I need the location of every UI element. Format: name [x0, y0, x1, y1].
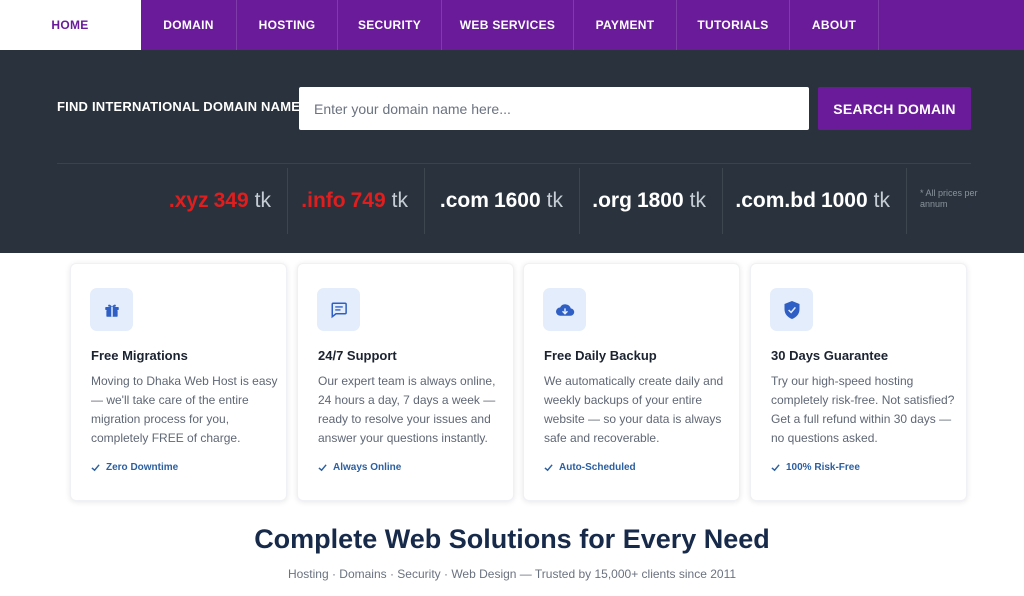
search-domain-button[interactable]: SEARCH DOMAIN: [818, 87, 971, 130]
check-icon: [771, 464, 780, 472]
feature-title: Free Migrations: [91, 348, 188, 363]
check-icon: [91, 464, 100, 472]
price-unit: tk: [254, 189, 271, 212]
nav-item-security[interactable]: SECURITY: [338, 0, 442, 50]
price-extension: .com: [439, 189, 489, 212]
feature-icon-box: [317, 288, 360, 331]
feature-description: Our expert team is always online, 24 hou…: [318, 374, 496, 445]
nav-item-hosting[interactable]: HOSTING: [237, 0, 338, 50]
price-unit: tk: [391, 189, 408, 212]
price-item-com: .com 1600 tk: [425, 168, 580, 234]
price-item-info: .info 749 tk: [288, 168, 425, 234]
feature-tag: 100% Risk-Free: [771, 462, 860, 473]
feature-title: Free Daily Backup: [544, 348, 657, 363]
price-note: * All prices per annum: [920, 188, 978, 209]
price-unit: tk: [689, 189, 706, 212]
feature-icon-box: [543, 288, 586, 331]
feature-description: Try our high-speed hosting completely ri…: [771, 374, 955, 445]
feature-tag-label: 100% Risk-Free: [786, 462, 860, 473]
nav-item-tutorials[interactable]: TUTORIALS: [677, 0, 790, 50]
price-amount: 749: [350, 189, 386, 212]
price-extension: .com.bd: [735, 189, 816, 212]
chat-icon: [331, 302, 347, 318]
feature-card-guarantee: 30 Days Guarantee Try our high-speed hos…: [750, 263, 967, 501]
check-icon: [544, 464, 553, 472]
domain-search-section: FIND INTERNATIONAL DOMAIN NAME: SEARCH D…: [0, 50, 1024, 253]
nav-item-about[interactable]: ABOUT: [790, 0, 879, 50]
feature-description: We automatically create daily and weekly…: [544, 374, 724, 445]
nav-item-domain[interactable]: DOMAIN: [141, 0, 237, 50]
gift-icon: [104, 304, 119, 317]
price-amount: 1800: [636, 189, 684, 212]
nav-item-web-services[interactable]: WEB SERVICES: [442, 0, 574, 50]
section-subheadline: Hosting · Domains · Security · Web Desig…: [287, 567, 737, 581]
feature-tag: Always Online: [318, 462, 401, 473]
nav-item-payment[interactable]: PAYMENT: [574, 0, 677, 50]
feature-icon-box: [90, 288, 133, 331]
price-amount: 1000: [820, 189, 868, 212]
feature-description: Moving to Dhaka Web Host is easy — we'll…: [91, 374, 278, 445]
nav-item-home[interactable]: HOME: [0, 0, 141, 50]
feature-tag: Auto-Scheduled: [544, 462, 636, 473]
section-headline: Complete Web Solutions for Every Need: [254, 524, 770, 554]
price-item-xyz: .xyz 349 tk: [150, 168, 288, 234]
domain-search-input[interactable]: [299, 87, 809, 130]
price-extension: .xyz: [168, 189, 209, 212]
cloud-download-icon: [555, 303, 574, 316]
nav-filler: [879, 0, 1024, 50]
feature-card-migrations: Free Migrations Moving to Dhaka Web Host…: [70, 263, 287, 501]
price-amount: 349: [213, 189, 249, 212]
price-extension: .org: [592, 189, 632, 212]
feature-icon-box: [770, 288, 813, 331]
price-item-com-bd: .com.bd 1000 tk: [723, 168, 907, 234]
domain-price-list: .xyz 349 tk .info 749 tk .com 1600 tk .o…: [0, 164, 1024, 237]
price-unit: tk: [546, 189, 563, 212]
feature-title: 24/7 Support: [318, 348, 397, 363]
feature-card-backup: Free Daily Backup We automatically creat…: [523, 263, 740, 501]
shield-check-icon: [784, 300, 799, 319]
feature-tag-label: Zero Downtime: [106, 462, 179, 473]
feature-tag: Zero Downtime: [91, 462, 178, 473]
price-unit: tk: [873, 189, 890, 212]
feature-title: 30 Days Guarantee: [771, 348, 889, 363]
main-nav: HOME DOMAIN HOSTING SECURITY WEB SERVICE…: [0, 0, 1024, 50]
feature-card-support: 24/7 Support Our expert team is always o…: [297, 263, 514, 501]
feature-tag-label: Always Online: [333, 462, 402, 473]
price-item-org: .org 1800 tk: [580, 168, 723, 234]
domain-search-label: FIND INTERNATIONAL DOMAIN NAME:: [57, 99, 305, 114]
price-amount: 1600: [493, 189, 541, 212]
check-icon: [318, 464, 327, 472]
feature-tag-label: Auto-Scheduled: [559, 462, 636, 473]
price-extension: .info: [301, 189, 346, 212]
